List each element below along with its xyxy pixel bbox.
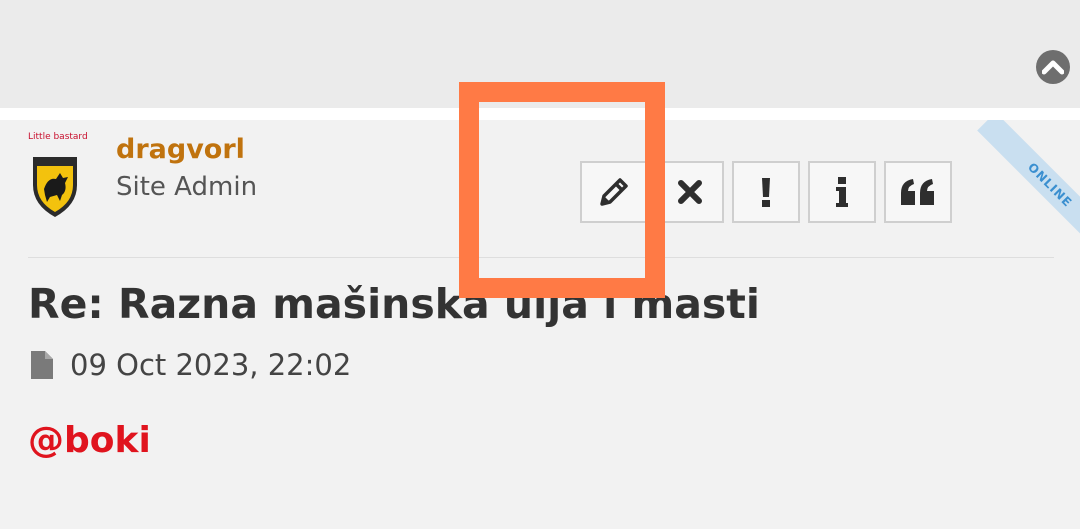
author-username[interactable]: dragvorl (116, 134, 245, 165)
post-actions (580, 161, 952, 223)
author-rank-title: Little bastard (28, 132, 88, 142)
post-title[interactable]: Re: Razna mašinska ulja i masti (28, 280, 760, 328)
post: Little bastard dragvorl Site Admin ONLIN… (0, 120, 1080, 529)
online-status-ribbon: ONLINE (977, 120, 1080, 258)
post-body-mention[interactable]: @boki (28, 420, 151, 461)
bull-shield-icon (33, 157, 77, 217)
avatar[interactable] (30, 153, 80, 219)
delete-button[interactable] (656, 161, 724, 223)
author-rank: Site Admin (116, 172, 258, 202)
file-icon (31, 351, 53, 379)
post-date: 09 Oct 2023, 22:02 (70, 348, 352, 382)
separator-strip (0, 108, 1080, 120)
post-meta: 09 Oct 2023, 22:02 (30, 348, 351, 382)
info-icon (836, 177, 848, 207)
quote-icon (901, 179, 934, 205)
edit-button[interactable] (580, 161, 648, 223)
pencil-icon (600, 178, 628, 206)
top-band (0, 0, 1080, 108)
quote-button[interactable] (884, 161, 952, 223)
scroll-to-top-button[interactable] (1036, 50, 1070, 84)
exclamation-icon (762, 178, 770, 207)
report-button[interactable] (732, 161, 800, 223)
close-icon (678, 180, 702, 204)
chevron-up-icon (1042, 60, 1064, 75)
info-button[interactable] (808, 161, 876, 223)
divider (28, 257, 1054, 258)
